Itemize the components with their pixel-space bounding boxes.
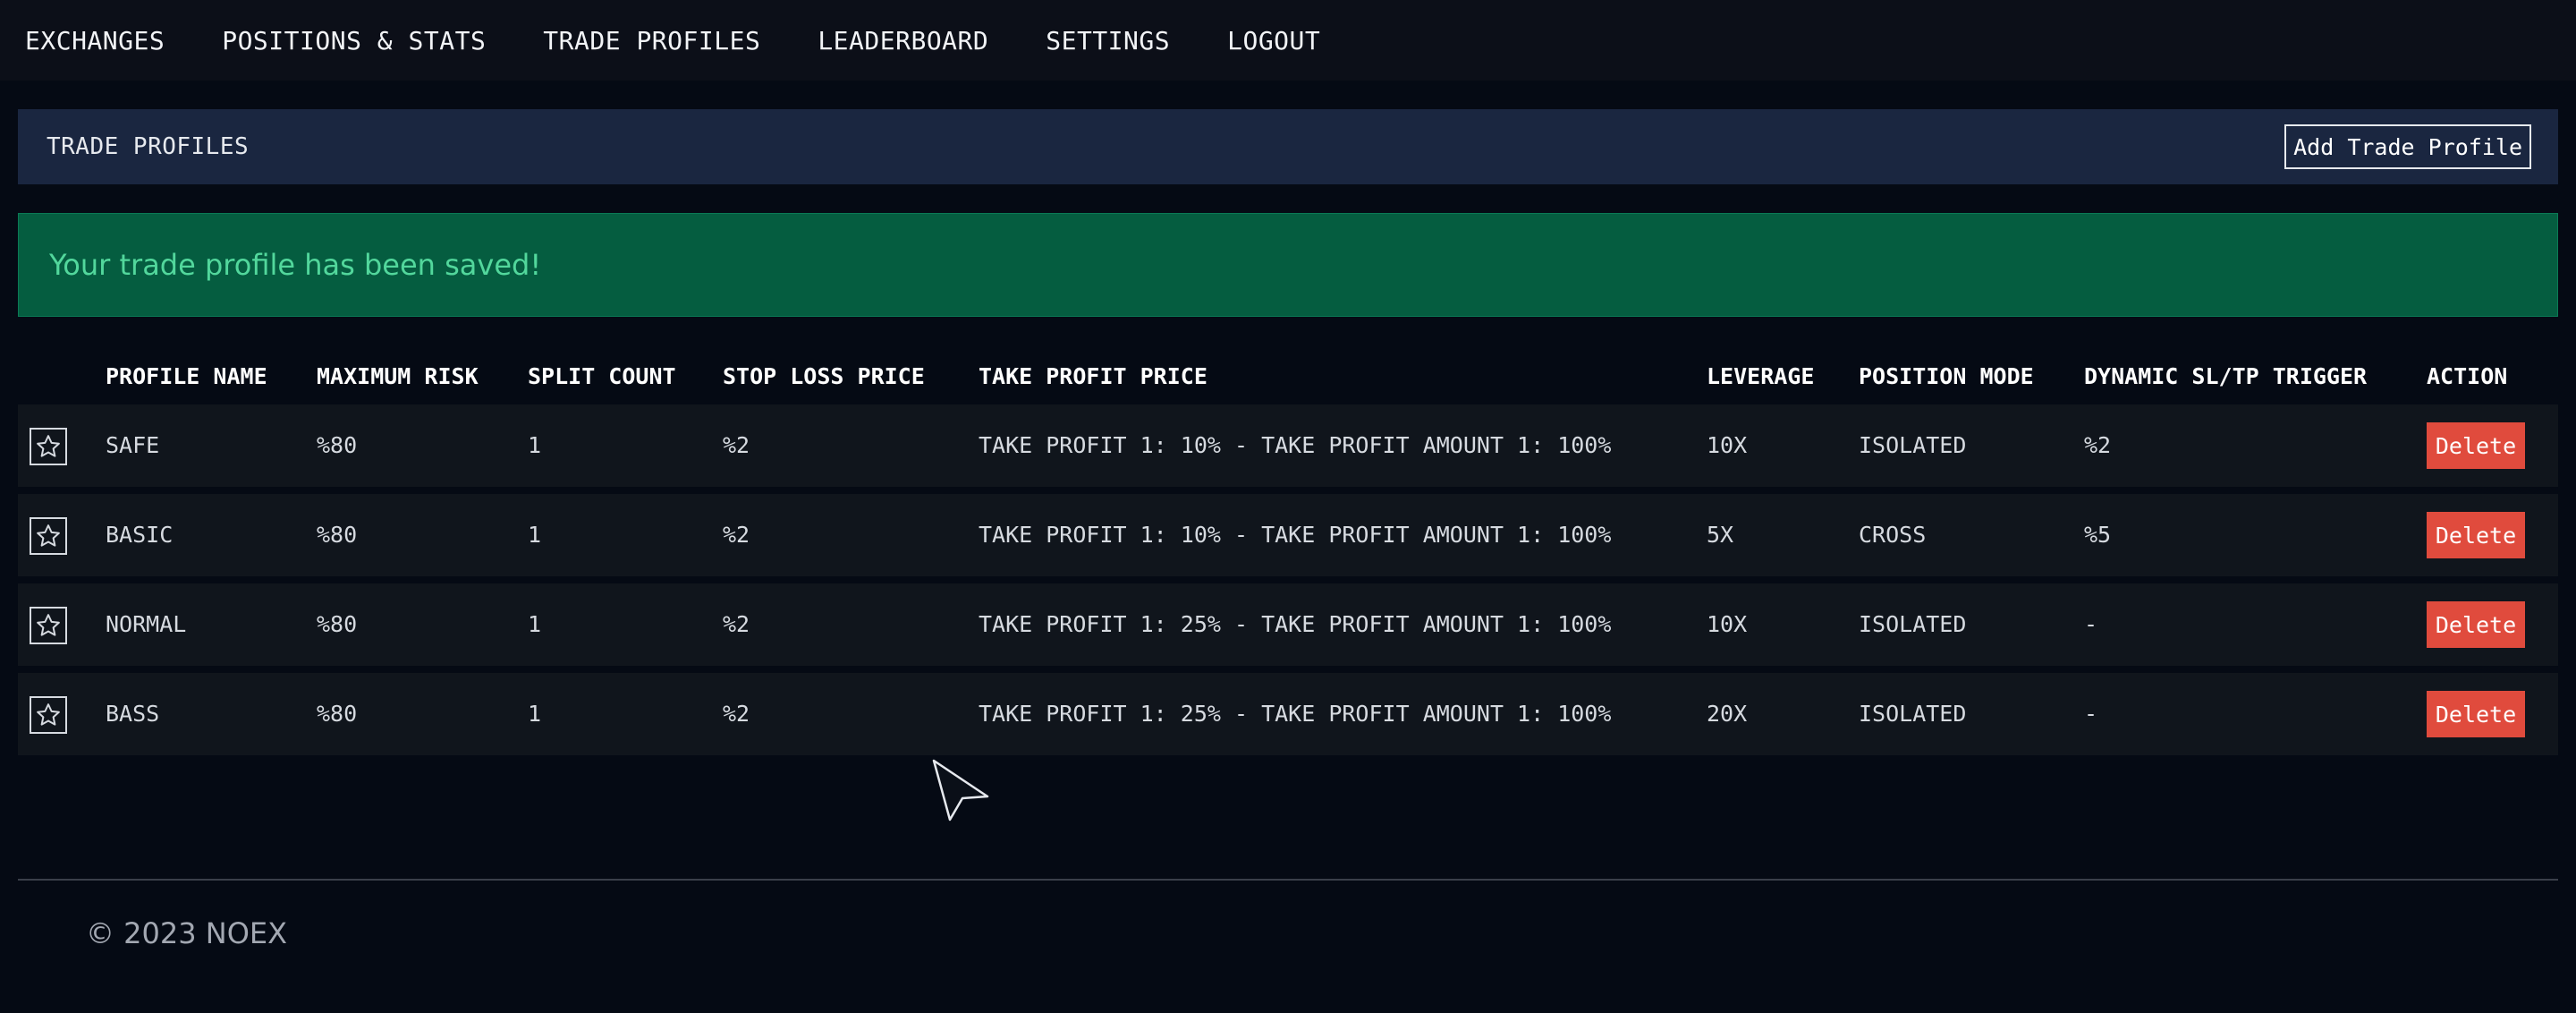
header-profile-name: PROFILE NAME bbox=[106, 363, 267, 389]
nav-trade-profiles[interactable]: TRADE PROFILES bbox=[543, 26, 760, 55]
cell-profile-name: SAFE bbox=[106, 432, 160, 458]
table-row: NORMAL %80 1 %2 TAKE PROFIT 1: 25% - TAK… bbox=[18, 583, 2558, 666]
cell-dynamic-trigger: - bbox=[2084, 701, 2098, 727]
cell-split-count: 1 bbox=[528, 611, 542, 637]
table-row: BASS %80 1 %2 TAKE PROFIT 1: 25% - TAKE … bbox=[18, 673, 2558, 755]
cell-split-count: 1 bbox=[528, 432, 542, 458]
cell-take-profit: TAKE PROFIT 1: 10% - TAKE PROFIT AMOUNT … bbox=[979, 432, 1612, 458]
header-position-mode: POSITION MODE bbox=[1859, 363, 2034, 389]
nav-exchanges[interactable]: EXCHANGES bbox=[25, 26, 165, 55]
cell-take-profit: TAKE PROFIT 1: 25% - TAKE PROFIT AMOUNT … bbox=[979, 701, 1612, 727]
header-dynamic-trigger: DYNAMIC SL/TP TRIGGER bbox=[2084, 363, 2368, 389]
cell-position-mode: ISOLATED bbox=[1859, 701, 1967, 727]
cell-dynamic-trigger: %2 bbox=[2084, 432, 2112, 458]
header-take-profit-price: TAKE PROFIT PRICE bbox=[979, 363, 1208, 389]
star-icon bbox=[37, 703, 60, 726]
cell-position-mode: CROSS bbox=[1859, 522, 1927, 548]
cell-leverage: 20X bbox=[1707, 701, 1748, 727]
trade-profiles-table: PROFILE NAME MAXIMUM RISK SPLIT COUNT ST… bbox=[18, 351, 2558, 762]
table-row: BASIC %80 1 %2 TAKE PROFIT 1: 10% - TAKE… bbox=[18, 494, 2558, 576]
cell-profile-name: NORMAL bbox=[106, 611, 187, 637]
cell-dynamic-trigger: - bbox=[2084, 611, 2098, 637]
delete-button[interactable]: Delete bbox=[2427, 422, 2525, 469]
header-leverage: LEVERAGE bbox=[1707, 363, 1815, 389]
cell-leverage: 10X bbox=[1707, 432, 1748, 458]
cell-position-mode: ISOLATED bbox=[1859, 611, 1967, 637]
cell-position-mode: ISOLATED bbox=[1859, 432, 1967, 458]
favorite-toggle[interactable] bbox=[30, 517, 67, 555]
cell-split-count: 1 bbox=[528, 522, 542, 548]
cell-stop-loss: %2 bbox=[723, 611, 750, 637]
star-icon bbox=[37, 435, 60, 457]
footer-divider bbox=[18, 879, 2558, 881]
cell-maximum-risk: %80 bbox=[317, 701, 358, 727]
footer-copyright: © 2023 NOEX bbox=[86, 916, 288, 950]
delete-button[interactable]: Delete bbox=[2427, 691, 2525, 737]
cell-take-profit: TAKE PROFIT 1: 25% - TAKE PROFIT AMOUNT … bbox=[979, 611, 1612, 637]
page-title: TRADE PROFILES bbox=[47, 133, 250, 160]
success-alert: Your trade profile has been saved! bbox=[18, 213, 2558, 317]
cell-stop-loss: %2 bbox=[723, 522, 750, 548]
favorite-toggle[interactable] bbox=[30, 428, 67, 465]
cell-stop-loss: %2 bbox=[723, 701, 750, 727]
cell-profile-name: BASIC bbox=[106, 522, 174, 548]
cell-profile-name: BASS bbox=[106, 701, 160, 727]
header-action: ACTION bbox=[2427, 363, 2508, 389]
table-row: SAFE %80 1 %2 TAKE PROFIT 1: 10% - TAKE … bbox=[18, 404, 2558, 487]
cell-leverage: 10X bbox=[1707, 611, 1748, 637]
delete-button[interactable]: Delete bbox=[2427, 601, 2525, 648]
cell-leverage: 5X bbox=[1707, 522, 1734, 548]
header-maximum-risk: MAXIMUM RISK bbox=[317, 363, 479, 389]
nav-leaderboard[interactable]: LEADERBOARD bbox=[818, 26, 988, 55]
favorite-toggle[interactable] bbox=[30, 607, 67, 644]
nav-positions-stats[interactable]: POSITIONS & STATS bbox=[222, 26, 486, 55]
header-split-count: SPLIT COUNT bbox=[528, 363, 676, 389]
cell-dynamic-trigger: %5 bbox=[2084, 522, 2112, 548]
table-header-row: PROFILE NAME MAXIMUM RISK SPLIT COUNT ST… bbox=[18, 351, 2558, 404]
alert-message: Your trade profile has been saved! bbox=[49, 248, 542, 282]
star-icon bbox=[37, 614, 60, 636]
cell-stop-loss: %2 bbox=[723, 432, 750, 458]
cell-split-count: 1 bbox=[528, 701, 542, 727]
cell-take-profit: TAKE PROFIT 1: 10% - TAKE PROFIT AMOUNT … bbox=[979, 522, 1612, 548]
mouse-cursor-icon bbox=[932, 759, 989, 821]
add-trade-profile-button[interactable]: Add Trade Profile bbox=[2284, 124, 2531, 169]
top-nav: EXCHANGES POSITIONS & STATS TRADE PROFIL… bbox=[0, 0, 2576, 81]
header-stop-loss-price: STOP LOSS PRICE bbox=[723, 363, 925, 389]
cell-maximum-risk: %80 bbox=[317, 432, 358, 458]
favorite-toggle[interactable] bbox=[30, 696, 67, 734]
delete-button[interactable]: Delete bbox=[2427, 512, 2525, 558]
star-icon bbox=[37, 524, 60, 547]
nav-settings[interactable]: SETTINGS bbox=[1046, 26, 1170, 55]
cell-maximum-risk: %80 bbox=[317, 611, 358, 637]
cell-maximum-risk: %80 bbox=[317, 522, 358, 548]
page-header: TRADE PROFILES Add Trade Profile bbox=[18, 109, 2558, 184]
nav-logout[interactable]: LOGOUT bbox=[1227, 26, 1320, 55]
